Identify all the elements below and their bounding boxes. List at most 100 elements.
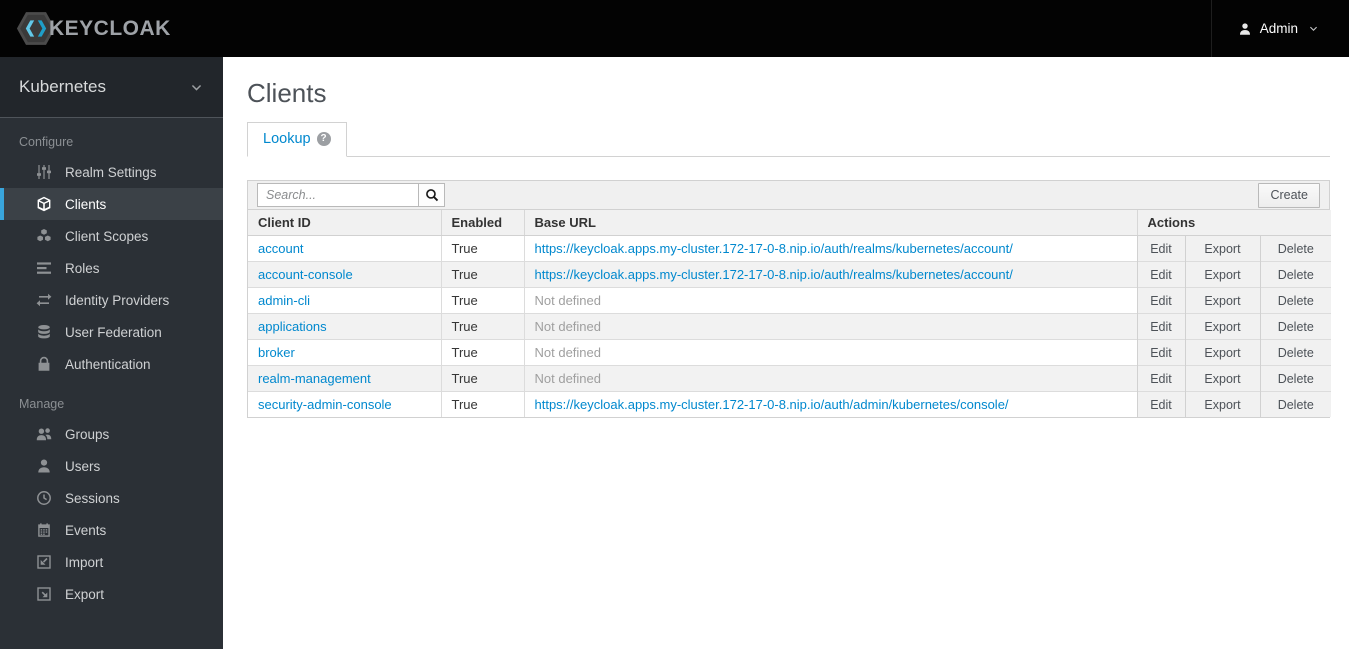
base-url-link[interactable]: https://keycloak.apps.my-cluster.172-17-… xyxy=(535,397,1009,412)
sidebar-item-users[interactable]: Users xyxy=(0,450,223,482)
database-icon xyxy=(35,324,52,341)
sidebar-item-label: Roles xyxy=(65,260,100,276)
edit-button[interactable]: Edit xyxy=(1136,391,1185,417)
sidebar-item-label: Export xyxy=(65,586,105,602)
tab-lookup[interactable]: Lookup xyxy=(247,122,347,157)
edit-button[interactable]: Edit xyxy=(1136,313,1185,340)
sidebar-item-identity-providers[interactable]: Identity Providers xyxy=(0,284,223,316)
export-button[interactable]: Export xyxy=(1184,339,1260,366)
client-id-link[interactable]: security-admin-console xyxy=(258,397,392,412)
sidebar-item-events[interactable]: Events xyxy=(0,514,223,546)
sidebar-item-export[interactable]: Export xyxy=(0,578,223,610)
user-icon xyxy=(35,458,52,475)
cubes-icon xyxy=(35,228,52,245)
sidebar-item-user-federation[interactable]: User Federation xyxy=(0,316,223,348)
export-button[interactable]: Export xyxy=(1184,365,1260,392)
header-enabled: Enabled xyxy=(440,210,524,236)
edit-button[interactable]: Edit xyxy=(1136,339,1185,366)
realm-selector[interactable]: Kubernetes xyxy=(0,57,223,118)
sidebar-item-label: User Federation xyxy=(65,324,162,340)
edit-button[interactable]: Edit xyxy=(1136,235,1185,262)
sidebar-item-label: Import xyxy=(65,554,104,570)
header-base-url: Base URL xyxy=(523,210,1137,236)
search-icon xyxy=(425,188,439,202)
search-button[interactable] xyxy=(418,183,445,207)
clock-icon xyxy=(35,490,52,507)
import-icon xyxy=(35,554,52,571)
search-group xyxy=(257,183,445,207)
page-title: Clients xyxy=(247,78,327,108)
base-url-link[interactable]: https://keycloak.apps.my-cluster.172-17-… xyxy=(535,267,1013,282)
export-button[interactable]: Export xyxy=(1184,287,1260,314)
sidebar-item-label: Sessions xyxy=(65,490,120,506)
users-icon xyxy=(35,426,52,443)
delete-button[interactable]: Delete xyxy=(1259,313,1332,340)
client-id-link[interactable]: account xyxy=(258,241,304,256)
base-url-link[interactable]: https://keycloak.apps.my-cluster.172-17-… xyxy=(535,241,1013,256)
base-url-not-defined: Not defined xyxy=(534,371,602,386)
create-button[interactable]: Create xyxy=(1258,182,1320,208)
sidebar-item-label: Client Scopes xyxy=(65,228,149,244)
enabled-value: True xyxy=(440,261,524,288)
delete-button[interactable]: Delete xyxy=(1259,339,1332,366)
export-icon xyxy=(35,586,52,603)
table-row: account-console True https://keycloak.ap… xyxy=(248,261,1332,288)
export-button[interactable]: Export xyxy=(1184,235,1260,262)
table-row: security-admin-console True https://keyc… xyxy=(248,391,1332,417)
export-button[interactable]: Export xyxy=(1184,313,1260,340)
enabled-value: True xyxy=(440,235,524,262)
client-id-link[interactable]: broker xyxy=(258,345,295,360)
edit-button[interactable]: Edit xyxy=(1136,261,1185,288)
search-input[interactable] xyxy=(257,183,419,207)
delete-button[interactable]: Delete xyxy=(1259,261,1332,288)
sidebar-item-authentication[interactable]: Authentication xyxy=(0,348,223,380)
sidebar-item-label: Events xyxy=(65,522,107,538)
list-icon xyxy=(35,260,52,277)
user-menu[interactable]: Admin xyxy=(1210,0,1349,57)
calendar-icon xyxy=(35,522,52,539)
sliders-icon xyxy=(35,164,52,181)
export-button[interactable]: Export xyxy=(1184,261,1260,288)
table-toolbar: Create xyxy=(248,181,1329,210)
user-menu-label: Admin xyxy=(1259,21,1298,36)
sidebar-item-label: Identity Providers xyxy=(65,292,170,308)
base-url-not-defined: Not defined xyxy=(534,345,602,360)
enabled-value: True xyxy=(440,339,524,366)
sidebar-item-import[interactable]: Import xyxy=(0,546,223,578)
export-button[interactable]: Export xyxy=(1184,391,1260,417)
sidebar-item-clients[interactable]: Clients xyxy=(0,188,223,220)
client-id-link[interactable]: realm-management xyxy=(258,371,371,386)
delete-button[interactable]: Delete xyxy=(1259,287,1332,314)
sidebar-item-realm-settings[interactable]: Realm Settings xyxy=(0,156,223,188)
edit-button[interactable]: Edit xyxy=(1136,365,1185,392)
table-row: realm-management True Not defined Edit E… xyxy=(248,365,1332,392)
section-label-manage: Manage xyxy=(19,397,65,411)
sidebar-item-label: Realm Settings xyxy=(65,164,157,180)
help-question-icon[interactable] xyxy=(316,132,331,146)
client-id-link[interactable]: admin-cli xyxy=(258,293,310,308)
base-url-not-defined: Not defined xyxy=(534,319,602,334)
caret-down-icon xyxy=(1308,23,1319,34)
sidebar-item-label: Groups xyxy=(65,426,110,442)
client-id-link[interactable]: applications xyxy=(258,319,327,334)
brand-wordmark: KEYCLOAK xyxy=(49,16,171,40)
section-label-configure: Configure xyxy=(19,135,74,149)
delete-button[interactable]: Delete xyxy=(1259,365,1332,392)
user-icon xyxy=(1238,22,1252,36)
sidebar-item-groups[interactable]: Groups xyxy=(0,418,223,450)
topbar: KEYCLOAK Admin xyxy=(0,0,1349,57)
sidebar-item-sessions[interactable]: Sessions xyxy=(0,482,223,514)
delete-button[interactable]: Delete xyxy=(1259,235,1332,262)
sidebar-item-roles[interactable]: Roles xyxy=(0,252,223,284)
enabled-value: True xyxy=(440,313,524,340)
keycloak-logo: KEYCLOAK xyxy=(0,11,171,46)
client-id-link[interactable]: account-console xyxy=(258,267,353,282)
table-row: account True https://keycloak.apps.my-cl… xyxy=(248,235,1332,262)
sidebar-item-client-scopes[interactable]: Client Scopes xyxy=(0,220,223,252)
enabled-value: True xyxy=(440,391,524,417)
sidebar-item-label: Authentication xyxy=(65,356,151,372)
clients-table: Client ID Enabled Base URL Actions accou… xyxy=(248,210,1332,417)
delete-button[interactable]: Delete xyxy=(1259,391,1332,417)
enabled-value: True xyxy=(440,365,524,392)
edit-button[interactable]: Edit xyxy=(1136,287,1185,314)
